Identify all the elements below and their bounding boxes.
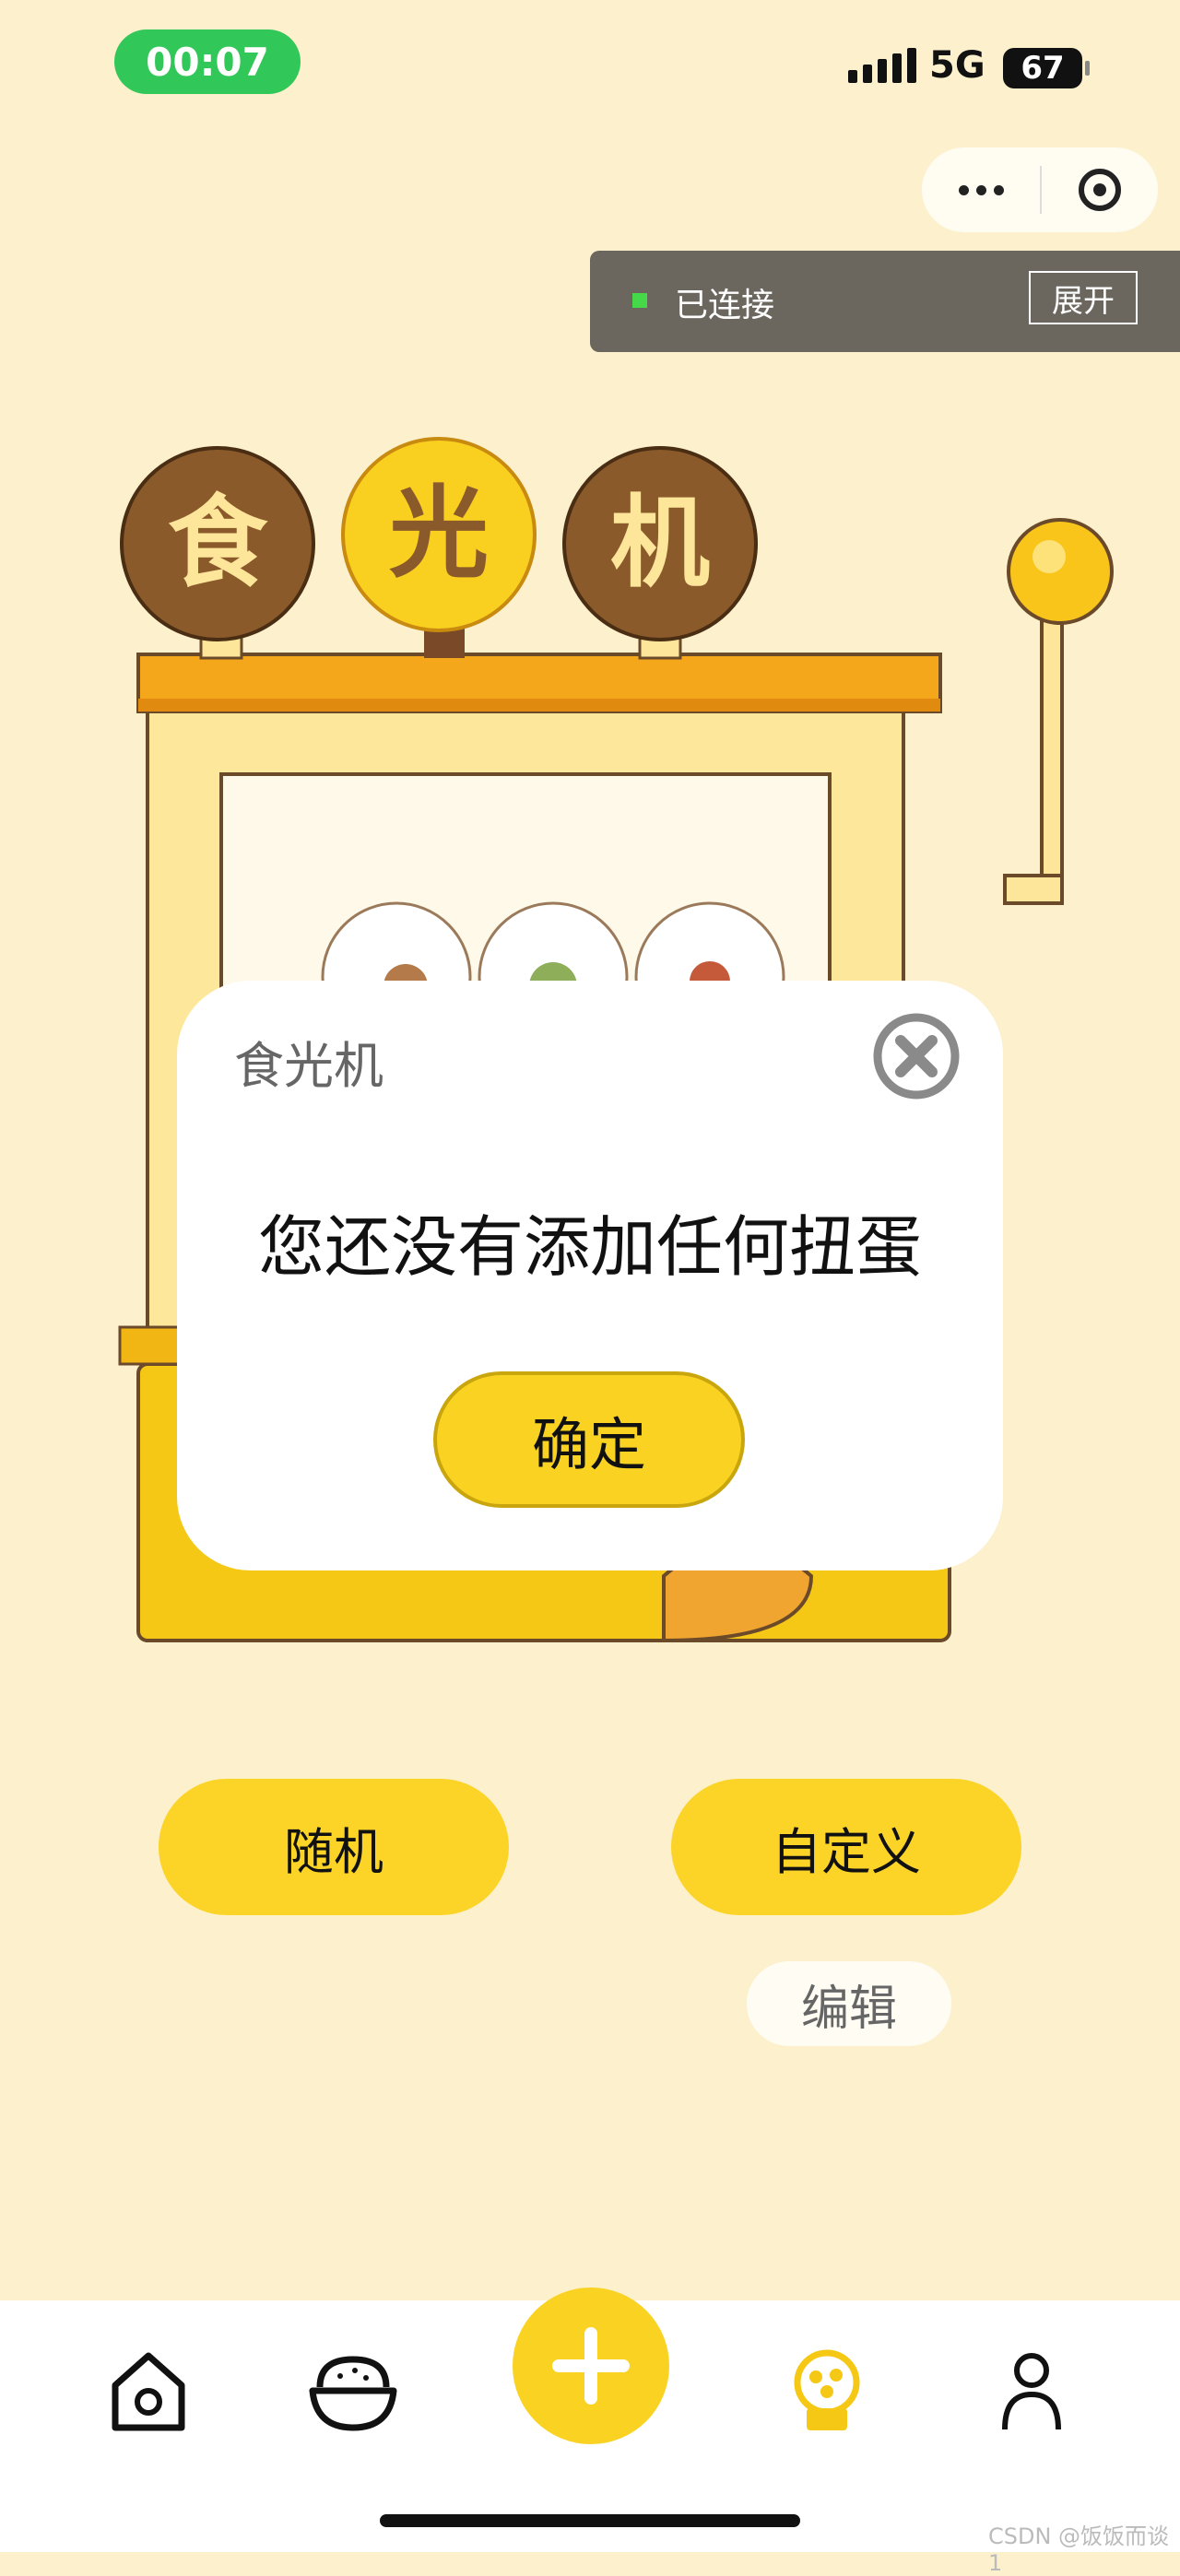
- battery-icon: 67: [1003, 48, 1090, 88]
- rice-bowl-icon: [309, 2356, 397, 2431]
- sign-char-1: 食: [168, 486, 268, 601]
- add-button[interactable]: [513, 2288, 669, 2444]
- close-circle-icon[interactable]: [870, 1010, 962, 1102]
- tab-profile[interactable]: [972, 2332, 1092, 2452]
- more-dots-icon[interactable]: [922, 147, 1040, 232]
- edit-button[interactable]: 编辑: [747, 1961, 951, 2046]
- signal-icon: [848, 48, 916, 83]
- connected-indicator: [632, 293, 647, 308]
- tab-food[interactable]: [293, 2332, 413, 2452]
- target-circle-icon[interactable]: [1042, 147, 1158, 232]
- confirm-button[interactable]: 确定: [433, 1371, 745, 1508]
- expand-button[interactable]: 展开: [1029, 271, 1138, 324]
- tab-gacha[interactable]: [767, 2332, 887, 2452]
- sign-char-3: 机: [610, 486, 710, 601]
- alert-dialog: 食光机 您还没有添加任何扭蛋 确定: [177, 981, 1003, 1570]
- home-icon: [112, 2352, 185, 2431]
- tab-home[interactable]: [88, 2332, 208, 2452]
- dialog-title: 食光机: [234, 1037, 384, 1095]
- home-indicator: [380, 2514, 800, 2527]
- connection-status: 已连接: [675, 287, 775, 324]
- connection-banner: 已连接 展开: [590, 251, 1180, 352]
- gacha-machine-icon: [794, 2349, 860, 2430]
- mini-program-capsule: [922, 147, 1158, 232]
- watermark: CSDN @饭饭而谈1: [988, 2523, 1170, 2576]
- plus-icon: [552, 2327, 630, 2405]
- custom-button[interactable]: 自定义: [671, 1779, 1021, 1915]
- machine-lever: [1003, 518, 1114, 905]
- user-icon: [1002, 2353, 1061, 2430]
- network-type: 5G: [929, 44, 985, 87]
- random-button[interactable]: 随机: [159, 1779, 509, 1915]
- status-time: 00:07: [114, 29, 301, 94]
- sign-char-2: 光: [389, 476, 489, 592]
- battery-level: 67: [1021, 50, 1065, 87]
- dialog-message: 您还没有添加任何扭蛋: [257, 1208, 922, 1286]
